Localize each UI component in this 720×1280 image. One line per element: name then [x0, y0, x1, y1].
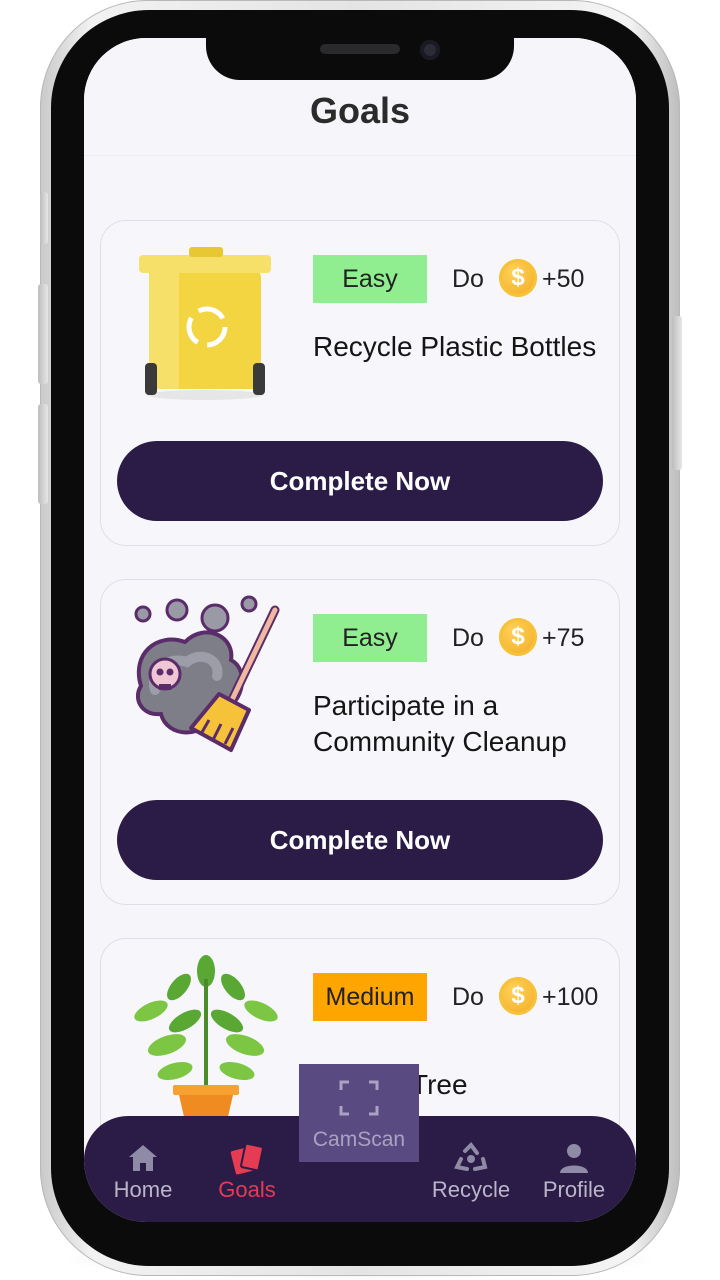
page-title: Goals [309, 90, 411, 131]
nav-item-goals[interactable]: Goals [197, 1141, 297, 1203]
app-screen: Goals Easy Do $ +50 Recycle Plastic Bott… [84, 38, 636, 1222]
recycle-bin-icon [139, 247, 271, 400]
nav-label: Goals [218, 1177, 276, 1202]
speaker [320, 44, 400, 54]
do-label: Do [452, 624, 484, 652]
reward-points: +75 [542, 624, 585, 652]
goal-card: Easy Do $ +50 Recycle Plastic Bottles Co… [100, 220, 620, 546]
volume-down-button [38, 404, 48, 504]
cards-icon [230, 1142, 264, 1175]
nav-label: Recycle [431, 1177, 511, 1202]
coin-icon: $ [499, 259, 537, 297]
coin-icon: $ [499, 618, 537, 656]
difficulty-badge: Medium [313, 973, 427, 1021]
difficulty-badge: Easy [313, 255, 427, 303]
coin-icon: $ [499, 977, 537, 1015]
power-button [672, 316, 682, 470]
do-label: Do [452, 983, 484, 1011]
goal-title: Recycle Plastic Bottles [313, 331, 597, 362]
front-camera [420, 40, 440, 60]
difficulty-badge: Easy [313, 614, 427, 662]
volume-up-button [38, 284, 48, 384]
recycle-icon [454, 1141, 488, 1171]
goal-title: Participate in a Community Cleanup [313, 690, 567, 757]
nav-label: Profile [542, 1177, 606, 1202]
camscan-button[interactable]: CamScan [299, 1064, 419, 1162]
nav-item-profile[interactable]: Profile [524, 1141, 624, 1203]
do-label: Do [452, 265, 484, 293]
smoke-broom-icon [134, 595, 280, 752]
complete-now-button[interactable]: Complete Now [117, 800, 603, 880]
potted-plant-icon [134, 955, 278, 1121]
complete-now-button[interactable]: Complete Now [117, 441, 603, 521]
person-icon [560, 1144, 588, 1173]
nav-item-recycle[interactable]: Recycle [421, 1141, 521, 1203]
home-icon [129, 1145, 157, 1171]
goal-title: Tree [411, 1069, 468, 1100]
scan-frame-icon [339, 1080, 379, 1116]
camscan-label: CamScan [312, 1128, 406, 1151]
nav-label: Home [113, 1177, 173, 1202]
mute-switch [40, 192, 48, 244]
reward-points: +50 [542, 265, 585, 293]
nav-item-home[interactable]: Home [93, 1141, 193, 1203]
reward-points: +100 [542, 983, 599, 1011]
goal-card: Easy Do $ +75 Participate in a Community… [100, 579, 620, 905]
